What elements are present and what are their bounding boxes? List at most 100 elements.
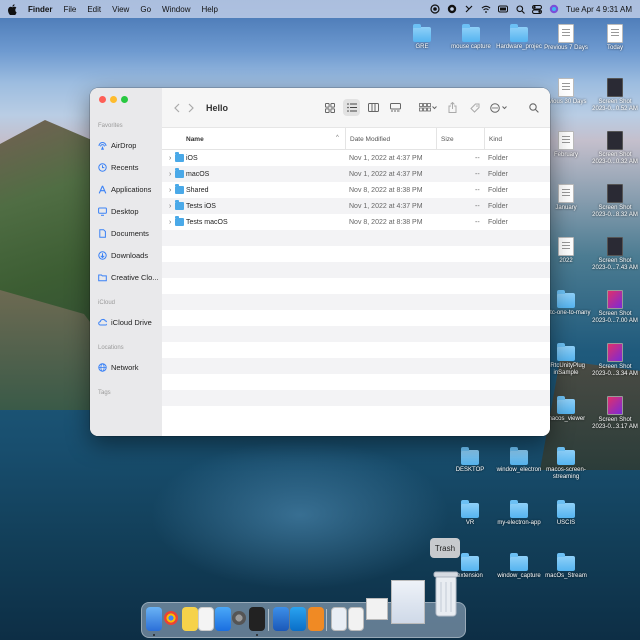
terminal-dock-icon[interactable]	[249, 607, 265, 631]
disclosure-icon[interactable]: ›	[169, 219, 171, 226]
menu-go[interactable]: Go	[140, 5, 151, 14]
xcode-dock-icon[interactable]	[273, 607, 289, 631]
desktop-item[interactable]: window_electron	[494, 447, 544, 474]
control-center-icon[interactable]	[532, 4, 543, 14]
chatgpt-icon[interactable]	[447, 4, 457, 14]
apple-menu-icon[interactable]	[8, 3, 18, 15]
wifi-icon[interactable]	[481, 4, 491, 14]
sidebar-item-documents[interactable]: Documents	[90, 222, 162, 244]
desktop-item[interactable]: Previous 7 Days	[541, 24, 591, 52]
desktop-item-label: Screen Shot 2023-0...7.43 AM	[592, 258, 638, 271]
desktop-item[interactable]: Screen Shot 2023-0...0.52 AM	[590, 78, 640, 113]
vscode-dock-icon[interactable]	[290, 607, 306, 631]
desktop-item[interactable]: GRE	[397, 24, 447, 51]
file-row-shared[interactable]: › Shared Nov 8, 2022 at 8:38 PM -- Folde…	[162, 182, 550, 198]
battery-icon[interactable]	[498, 4, 509, 14]
desktop-item-label: Today	[606, 45, 623, 51]
column-size[interactable]: Size	[436, 128, 454, 150]
menubar-clock[interactable]: Tue Apr 4 9:31 AM	[566, 5, 632, 14]
view-list-button[interactable]	[343, 99, 360, 116]
finder-dock-icon[interactable]	[146, 607, 162, 631]
app-store-dock-icon[interactable]	[215, 607, 231, 631]
file-icon	[607, 290, 623, 309]
desktop-item[interactable]: macOs_Stream	[541, 553, 591, 580]
file-row-ios[interactable]: › iOS Nov 1, 2022 at 4:37 PM -- Folder	[162, 150, 550, 166]
file-name: Shared	[186, 186, 209, 194]
disclosure-icon[interactable]: ›	[169, 187, 171, 194]
empty-row	[162, 278, 550, 294]
desktop-item[interactable]: Screen Shot 2023-0...0.32 AM	[590, 131, 640, 166]
desktop-item[interactable]: window_capture	[494, 553, 544, 580]
file-icon	[607, 343, 623, 362]
siri-icon[interactable]	[549, 4, 559, 14]
trash-icon[interactable]	[432, 568, 460, 620]
column-name[interactable]: Name	[182, 128, 204, 150]
desktop-item[interactable]: Screen Shot 2023-0...8.32 AM	[590, 184, 640, 219]
tags-button[interactable]	[466, 99, 483, 116]
column-date-modified[interactable]: Date Modified	[345, 128, 390, 150]
view-columns-button[interactable]	[365, 99, 382, 116]
sidebar-item-network[interactable]: Network	[90, 356, 162, 378]
file-row-tests-ios[interactable]: › Tests iOS Nov 1, 2022 at 4:37 PM -- Fo…	[162, 198, 550, 214]
desktop-item[interactable]: USCIS	[541, 500, 591, 527]
search-button[interactable]	[525, 99, 542, 116]
desktop-item[interactable]: Today	[590, 24, 640, 52]
menu-file[interactable]: File	[63, 5, 76, 14]
settings-dock-icon[interactable]	[232, 611, 246, 625]
desktop-item[interactable]: my-electron-app	[494, 500, 544, 527]
window-dock-icon[interactable]	[348, 607, 364, 631]
sidebar-item-desktop[interactable]: Desktop	[90, 200, 162, 222]
forward-button[interactable]	[184, 100, 198, 116]
chrome-dock-icon[interactable]	[164, 611, 178, 625]
back-button[interactable]	[170, 100, 184, 116]
menu-help[interactable]: Help	[201, 5, 217, 14]
reminders-dock-icon[interactable]	[198, 607, 214, 631]
desktop-item[interactable]: Hardware_projec	[494, 24, 544, 51]
minimize-button[interactable]	[110, 96, 117, 103]
group-by-button[interactable]	[417, 99, 439, 116]
sidebar-item-applications[interactable]: Applications	[90, 178, 162, 200]
sidebar-item-recents[interactable]: Recents	[90, 156, 162, 178]
sidebar-item-airdrop[interactable]: AirDrop	[90, 134, 162, 156]
disclosure-icon[interactable]: ›	[169, 203, 171, 210]
sort-caret-icon: ^	[336, 135, 339, 141]
zoom-button[interactable]	[121, 96, 128, 103]
file-row-macos[interactable]: › macOS Nov 1, 2022 at 4:37 PM -- Folder	[162, 166, 550, 182]
desktop-item[interactable]: Screen Shot 2023-0...3.34 AM	[590, 343, 640, 378]
desktop-item[interactable]: Screen Shot 2023-0...7.43 AM	[590, 237, 640, 272]
disclosure-icon[interactable]: ›	[169, 155, 171, 162]
file-icon	[558, 184, 574, 203]
notes-dock-icon[interactable]	[182, 607, 198, 631]
desktop-item[interactable]: Screen Shot 2023-0...7.00 AM	[590, 290, 640, 325]
desktop-item[interactable]: VR	[445, 500, 495, 527]
window-dock-icon[interactable]	[331, 607, 347, 631]
view-gallery-button[interactable]	[387, 99, 404, 116]
action-menu-button[interactable]	[488, 99, 510, 116]
desktop-item[interactable]: Screen Shot 2023-0...3.17 AM	[590, 396, 640, 431]
sidebar-item-creative-cloud[interactable]: Creative Clo...	[90, 266, 162, 288]
file-icon	[607, 24, 623, 43]
disclosure-icon[interactable]: ›	[169, 171, 171, 178]
minimized-window-thumbnail[interactable]	[391, 580, 425, 624]
menu-edit[interactable]: Edit	[87, 5, 101, 14]
desktop-item-label: Previous 7 Days	[544, 45, 588, 51]
sidebar-item-downloads[interactable]: Downloads	[90, 244, 162, 266]
desktop-item[interactable]: mouse capture	[446, 24, 496, 51]
search-icon[interactable]	[515, 4, 525, 14]
screen-record-icon[interactable]	[430, 4, 440, 14]
desktop-item-label: my-electron-app	[497, 520, 541, 526]
view-icons-button[interactable]	[321, 99, 338, 116]
tools-icon[interactable]	[464, 4, 474, 14]
sidebar-item-icloud-drive[interactable]: iCloud Drive	[90, 311, 162, 333]
close-button[interactable]	[99, 96, 106, 103]
file-row-tests-macos[interactable]: › Tests macOS Nov 8, 2022 at 8:38 PM -- …	[162, 214, 550, 230]
menu-window[interactable]: Window	[162, 5, 190, 14]
desktop-item[interactable]: macos-screen-streaming	[541, 447, 591, 481]
share-button[interactable]	[444, 99, 461, 116]
instruments-dock-icon[interactable]	[308, 607, 324, 631]
menu-finder[interactable]: Finder	[28, 5, 52, 14]
minimized-window-thumbnail[interactable]	[366, 598, 388, 620]
menu-view[interactable]: View	[112, 5, 129, 14]
desktop-item[interactable]: DESKTOP	[445, 447, 495, 474]
column-kind[interactable]: Kind	[484, 128, 502, 150]
